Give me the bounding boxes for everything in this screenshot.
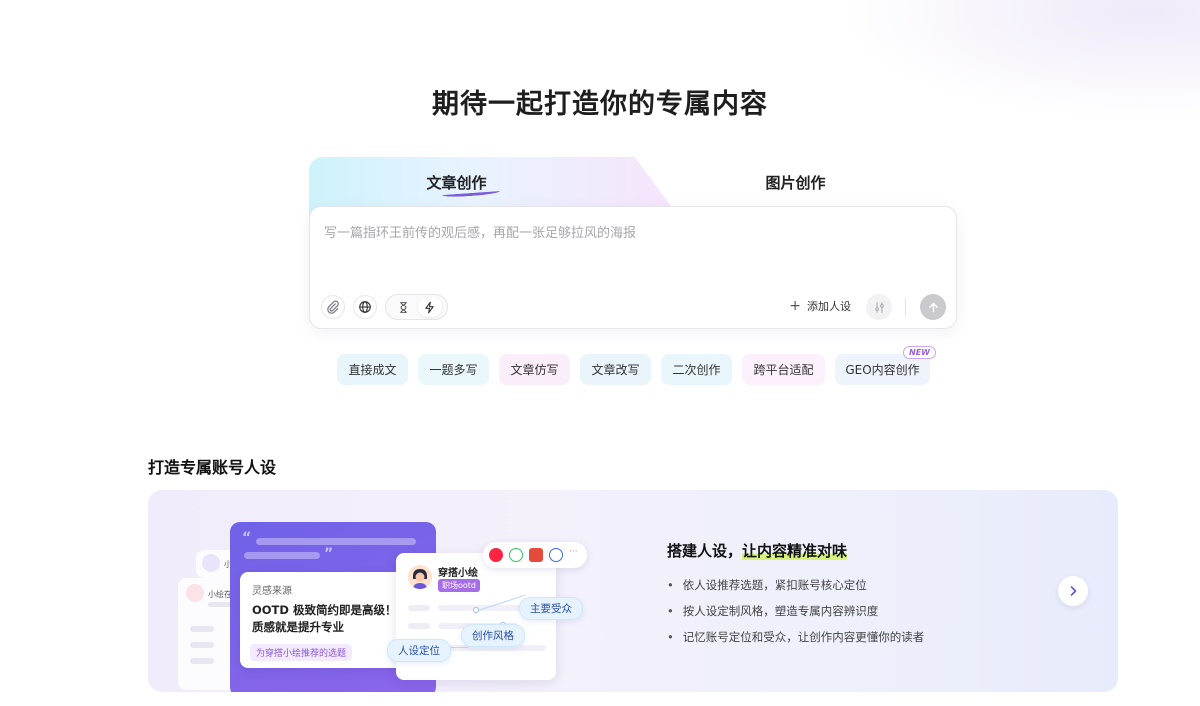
mode-chips: 直接成文 一题多写 文章仿写 文章改写 二次创作 跨平台适配 GEO内容创作 N… bbox=[337, 346, 936, 386]
style-bubble: 创作风格 bbox=[461, 624, 525, 647]
chip-rewrite[interactable]: 文章改写 bbox=[580, 354, 651, 385]
mode-toggle bbox=[385, 294, 448, 320]
card-heading-prefix: 搭建人设， bbox=[667, 542, 743, 560]
chip-multi-write[interactable]: 一题多写 bbox=[418, 354, 489, 385]
avatar bbox=[186, 584, 204, 602]
inspiration-text: OOTD 极致简约即是高级！折 质感就是提升专业 bbox=[252, 602, 410, 636]
globe-icon bbox=[359, 301, 371, 313]
chip-cross-platform[interactable]: 跨平台适配 bbox=[742, 354, 825, 385]
hourglass-icon bbox=[400, 301, 407, 313]
tab-image-label: 图片创作 bbox=[765, 173, 826, 192]
xiaohongshu-icon bbox=[489, 548, 503, 562]
plus-icon: + bbox=[789, 298, 801, 314]
chip-label: 文章仿写 bbox=[510, 363, 559, 377]
inspiration-card: 灵感来源 OOTD 极致简约即是高级！折 质感就是提升专业 为穿搭小绘推荐的选题 bbox=[240, 572, 410, 668]
feature-item: 依人设推荐选题，紧扣账号核心定位 bbox=[667, 572, 924, 598]
quote-mark-icon: ” bbox=[324, 546, 334, 562]
feature-item: 按人设定制风格，塑造专属内容辨识度 bbox=[667, 598, 924, 624]
chevron-right-icon bbox=[1070, 586, 1077, 596]
profile-name: 穿搭小绘 bbox=[438, 568, 478, 579]
inspiration-tag: 为穿搭小绘推荐的选题 bbox=[250, 644, 353, 661]
avatar bbox=[202, 554, 220, 572]
inspiration-line: OOTD 极致简约即是高级！折 bbox=[252, 603, 408, 617]
feature-list: 依人设推荐选题，紧扣账号核心定位 按人设定制风格，塑造专属内容辨识度 记忆账号定… bbox=[667, 572, 925, 650]
person-avatar-icon bbox=[408, 565, 432, 589]
quote-bar bbox=[244, 552, 320, 559]
chip-label: 一题多写 bbox=[429, 363, 478, 377]
persona-illustration: 小 小绘在 “ ” 灵感来源 OOTD 极致简约即是高级！折 质感就是提升专业 … bbox=[148, 490, 618, 692]
chip-secondary-creation[interactable]: 二次创作 bbox=[661, 354, 732, 385]
deep-mode-option[interactable] bbox=[391, 297, 415, 317]
composer: + 添加人设 bbox=[309, 206, 957, 329]
chip-label: 跨平台适配 bbox=[753, 363, 814, 377]
avatar bbox=[408, 565, 432, 589]
wechat-icon bbox=[509, 548, 523, 562]
page-title: 期待一起打造你的专属内容 bbox=[432, 89, 768, 120]
audience-bubble: 主要受众 bbox=[519, 597, 583, 620]
add-persona-button[interactable]: + 添加人设 bbox=[789, 298, 851, 314]
feature-item: 记忆账号定位和受众，让创作内容更懂你的读者 bbox=[667, 624, 925, 650]
position-bubble: 人设定位 bbox=[387, 639, 451, 662]
ghost-bar bbox=[190, 658, 214, 664]
ghost-bar bbox=[190, 626, 214, 632]
ghost-bar bbox=[408, 623, 430, 629]
chip-label: 文章改写 bbox=[591, 363, 640, 377]
paperclip-icon bbox=[327, 300, 339, 314]
card-heading: 搭建人设，让内容精准对味 bbox=[667, 540, 848, 561]
arrow-up-icon bbox=[928, 302, 938, 312]
send-button[interactable] bbox=[920, 294, 946, 320]
sliders-icon bbox=[874, 301, 884, 313]
toolbar-divider bbox=[905, 298, 906, 316]
prompt-input[interactable] bbox=[324, 221, 934, 245]
profile-tag: 职场ootd bbox=[438, 579, 481, 592]
inspiration-line: 质感就是提升专业 bbox=[252, 620, 344, 634]
fast-mode-option[interactable] bbox=[417, 297, 442, 317]
platform-bar: ··· bbox=[483, 542, 587, 568]
chip-label: 二次创作 bbox=[672, 363, 721, 377]
ghost-bar bbox=[408, 605, 430, 611]
next-slide-button[interactable] bbox=[1058, 576, 1088, 606]
chip-geo-content[interactable]: GEO内容创作 NEW bbox=[835, 346, 936, 385]
baijiahao-icon bbox=[549, 548, 563, 562]
quote-bar bbox=[256, 538, 416, 545]
creation-tabs: 文章创作 图片创作 bbox=[309, 157, 957, 217]
card-heading-highlight: 让内容精准对味 bbox=[742, 542, 848, 560]
chip-imitate[interactable]: 文章仿写 bbox=[499, 354, 570, 385]
more-icon: ··· bbox=[569, 547, 578, 557]
new-badge: NEW bbox=[903, 346, 936, 359]
connector-node bbox=[473, 607, 479, 613]
lightning-icon bbox=[425, 301, 434, 313]
section-title: 打造专属账号人设 bbox=[148, 458, 277, 477]
attach-button[interactable] bbox=[321, 295, 345, 319]
ghost-bar bbox=[190, 642, 214, 648]
settings-button[interactable] bbox=[866, 294, 892, 320]
tab-image[interactable]: 图片创作 bbox=[634, 157, 957, 207]
web-search-button[interactable] bbox=[353, 295, 377, 319]
tab-article[interactable]: 文章创作 bbox=[309, 157, 604, 207]
inspiration-label: 灵感来源 bbox=[252, 586, 292, 597]
persona-feature-card: 小 小绘在 “ ” 灵感来源 OOTD 极致简约即是高级！折 质感就是提升专业 … bbox=[148, 490, 1118, 692]
add-persona-label: 添加人设 bbox=[807, 300, 851, 313]
chip-label: 直接成文 bbox=[348, 363, 397, 377]
chip-direct-write[interactable]: 直接成文 bbox=[337, 354, 408, 385]
toutiao-icon bbox=[529, 548, 543, 562]
chip-label: GEO内容创作 bbox=[845, 363, 920, 377]
quote-mark-icon: “ bbox=[242, 530, 252, 546]
ghost-name: 小绘在 bbox=[208, 590, 232, 599]
